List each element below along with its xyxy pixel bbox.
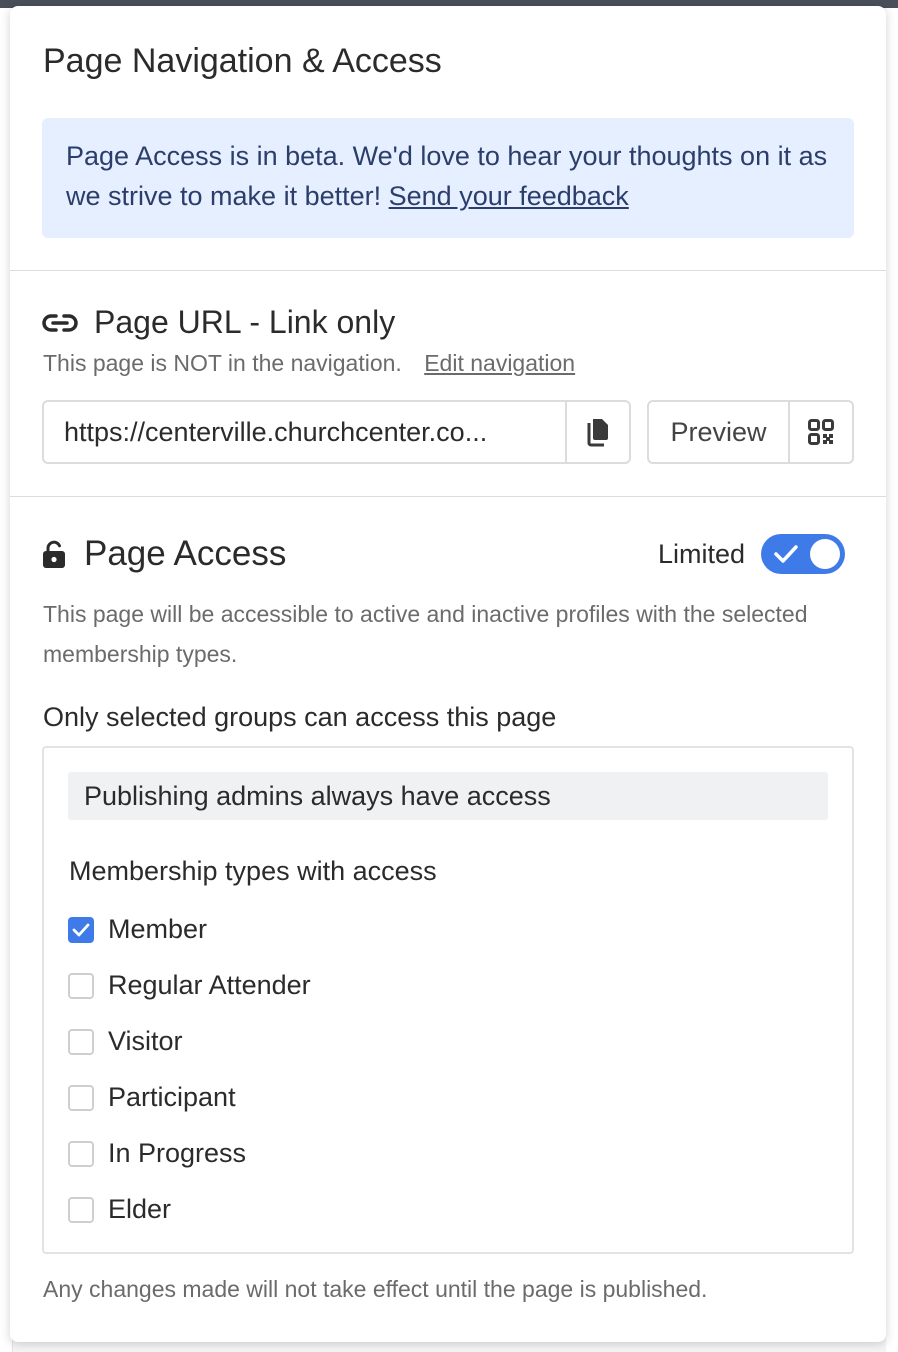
edit-navigation-link[interactable]: Edit navigation — [424, 350, 575, 376]
membership-option-participant[interactable]: Participant — [68, 1082, 236, 1113]
navigation-note-text: This page is NOT in the navigation. — [43, 350, 402, 376]
limited-label: Limited — [658, 538, 746, 569]
beta-alert: Page Access is in beta. We'd love to hea… — [42, 118, 854, 238]
send-feedback-link[interactable]: Send your feedback — [389, 181, 629, 211]
limited-access-toggle[interactable] — [761, 534, 846, 574]
section-divider — [10, 496, 886, 497]
groups-label: Only selected groups can access this pag… — [43, 702, 557, 732]
checkbox[interactable] — [68, 1140, 94, 1167]
copy-icon — [587, 419, 608, 447]
page-url-input[interactable] — [44, 402, 565, 462]
checkbox-checked[interactable] — [68, 916, 94, 943]
page-url-heading: Page URL - Link only — [42, 304, 395, 341]
membership-option-label: Regular Attender — [108, 970, 311, 1000]
copy-url-button[interactable] — [565, 402, 629, 462]
page-access-title: Page Access — [84, 534, 287, 573]
membership-option-in-progress[interactable]: In Progress — [68, 1138, 246, 1169]
toggle-knob — [810, 539, 841, 569]
membership-option-member[interactable]: Member — [68, 914, 207, 945]
page-access-heading: Page Access — [42, 534, 286, 574]
checkbox[interactable] — [68, 1084, 94, 1111]
checkbox[interactable] — [68, 1196, 94, 1223]
publish-footer-note: Any changes made will not take effect un… — [43, 1276, 708, 1302]
limited-toggle-wrap: Limited — [658, 534, 846, 574]
page-navigation-access-panel: Page Navigation & Access Page Access is … — [10, 6, 886, 1342]
link-icon — [42, 313, 78, 332]
membership-types-title: Membership types with access — [69, 856, 437, 886]
membership-option-label: Participant — [108, 1082, 236, 1112]
navigation-note: This page is NOT in the navigation. Edit… — [43, 350, 575, 377]
url-field-group — [42, 400, 631, 464]
checkbox[interactable] — [68, 1028, 94, 1055]
background-page-right — [886, 8, 898, 1352]
panel-title: Page Navigation & Access — [43, 42, 442, 80]
page-access-description: This page will be accessible to active a… — [43, 601, 808, 667]
lock-open-icon — [43, 540, 65, 568]
membership-groups-box: Publishing admins always have access Mem… — [42, 746, 854, 1254]
preview-button-group: Preview — [647, 400, 854, 464]
preview-button[interactable]: Preview — [649, 402, 788, 462]
check-icon — [774, 545, 798, 563]
qr-code-icon — [808, 419, 834, 445]
membership-option-regular-attender[interactable]: Regular Attender — [68, 970, 311, 1001]
membership-option-label: Member — [108, 914, 208, 944]
membership-option-elder[interactable]: Elder — [68, 1194, 171, 1225]
page-url-title: Page URL - Link only — [94, 304, 396, 340]
membership-option-label: Visitor — [108, 1026, 183, 1056]
checkbox[interactable] — [68, 972, 94, 999]
check-icon — [72, 923, 90, 936]
membership-option-label: In Progress — [108, 1138, 247, 1168]
section-divider — [10, 270, 886, 271]
qr-code-button[interactable] — [788, 402, 852, 462]
admins-access-note: Publishing admins always have access — [68, 772, 828, 820]
membership-option-visitor[interactable]: Visitor — [68, 1026, 183, 1057]
membership-option-label: Elder — [108, 1194, 172, 1224]
